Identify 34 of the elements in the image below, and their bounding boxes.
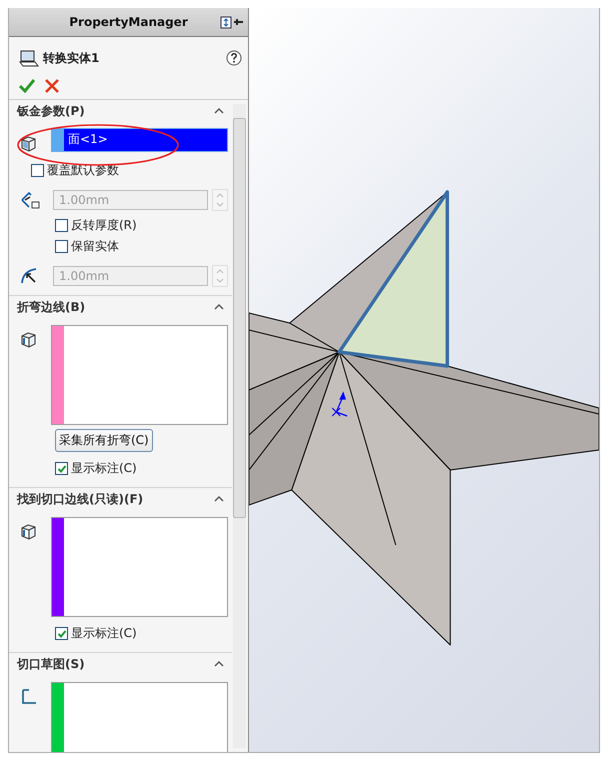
section-title: 找到切口边线(只读)(F): [17, 490, 144, 508]
sketch-icon: [19, 687, 39, 707]
checkbox-label: 显示标注(C): [71, 460, 137, 477]
collapse-icon[interactable]: [214, 304, 224, 310]
ok-button[interactable]: [19, 79, 35, 93]
selection-field[interactable]: 面<1>: [51, 128, 228, 152]
checkbox-label: 覆盖默认参数: [47, 162, 119, 179]
section-title: 折弯边线(B): [17, 298, 86, 316]
thickness-icon: [19, 190, 41, 210]
collapse-icon[interactable]: [214, 661, 224, 667]
axis-triad-icon: [332, 391, 348, 417]
checkbox[interactable]: [55, 627, 68, 640]
selection-list[interactable]: [51, 682, 228, 752]
checkbox-label: 保留实体: [71, 238, 119, 255]
scrollbar[interactable]: [233, 104, 246, 748]
section-title: 切口草图(S): [17, 656, 85, 672]
section-title: 钣金参数(P): [17, 102, 85, 120]
help-icon[interactable]: [226, 50, 242, 66]
cancel-button[interactable]: [45, 79, 59, 93]
feature-title: 转换实体1: [43, 50, 100, 66]
feature-icon: [19, 49, 39, 67]
collect-bends-button[interactable]: 采集所有折弯(C): [55, 429, 153, 452]
panel-title: PropertyManager: [69, 15, 188, 29]
checkbox[interactable]: [55, 240, 68, 253]
checkbox-label: 显示标注(C): [71, 625, 137, 642]
selection-list[interactable]: [51, 517, 228, 617]
checkbox[interactable]: [31, 164, 44, 177]
checkbox[interactable]: [55, 219, 68, 232]
checkbox[interactable]: [55, 462, 68, 475]
checkbox-label: 反转厚度(R): [71, 217, 137, 234]
selection-list[interactable]: [51, 325, 228, 425]
pin-icon: [220, 14, 244, 30]
collapse-icon[interactable]: [214, 496, 224, 502]
collapse-icon[interactable]: [214, 108, 224, 114]
